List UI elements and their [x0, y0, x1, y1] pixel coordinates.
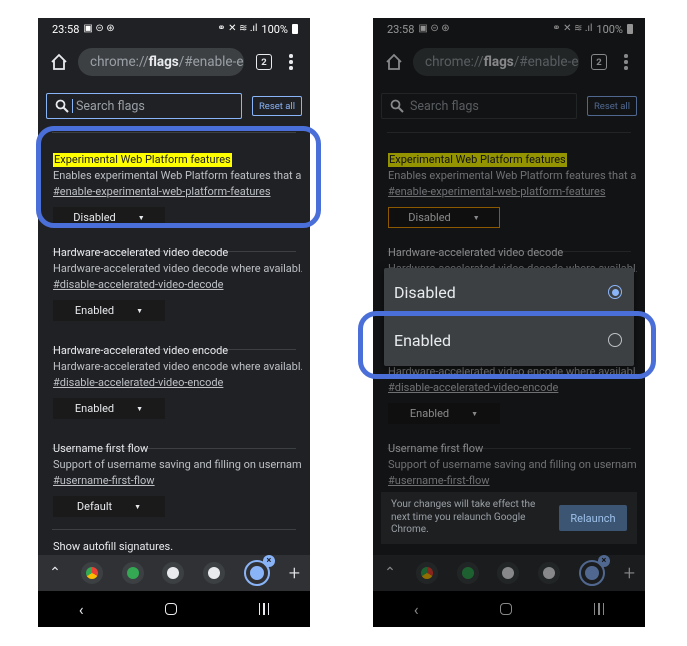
recents-icon[interactable]: [258, 603, 270, 615]
bottom-tab-strip: ⌃ × +: [38, 555, 310, 591]
flag-title: Experimental Web Platform features: [53, 153, 232, 167]
dropdown-arrow-icon: ▼: [136, 306, 144, 315]
dropdown-arrow-icon: ▼: [136, 404, 144, 413]
active-tab[interactable]: ×: [243, 555, 275, 586]
select-value: Disabled: [73, 211, 116, 224]
url-fragment: /#enable-exp: [178, 54, 244, 70]
radio-checked-icon[interactable]: [608, 285, 622, 299]
status-bar: 23:58 ▣ ⊝ ⊛ ⚭ ✕ ≋ .ıl 100%: [38, 18, 310, 40]
flag-item: Hardware-accelerated video encode Hardwa…: [53, 344, 302, 419]
search-input[interactable]: Search flags: [46, 93, 242, 119]
flag-item: Username first flow Support of username …: [53, 442, 302, 517]
dropdown-option-disabled[interactable]: Disabled: [384, 268, 634, 316]
flag-link[interactable]: #disable-accelerated-video-decode: [53, 278, 302, 292]
radio-unchecked-icon[interactable]: [608, 333, 622, 347]
url-host: chrome://: [90, 54, 149, 70]
flag-select[interactable]: Disabled ▼: [53, 207, 165, 228]
flag-item: Hardware-accelerated video decode Hardwa…: [53, 246, 302, 321]
flag-title: Hardware-accelerated video decode: [53, 246, 229, 259]
search-row: Search flags Reset all: [46, 93, 302, 119]
flag-link[interactable]: #username-first-flow: [53, 474, 302, 488]
tab-favicon[interactable]: [203, 562, 226, 584]
option-label: Disabled: [394, 282, 456, 302]
select-value: Default: [76, 500, 113, 513]
select-value: Enabled: [74, 402, 115, 415]
dropdown-arrow-icon: ▼: [134, 502, 142, 511]
dropdown-arrow-icon: ▼: [137, 213, 145, 222]
flag-select[interactable]: Enabled ▼: [53, 300, 165, 321]
search-icon: [55, 99, 69, 113]
flag-select[interactable]: Enabled ▼: [53, 398, 165, 419]
clock: 23:58: [52, 22, 80, 36]
search-placeholder: Search flags: [76, 98, 145, 114]
plus-icon[interactable]: +: [289, 561, 300, 585]
system-nav-bar: ‹: [38, 591, 310, 627]
phone-left: 23:58 ▣ ⊝ ⊛ ⚭ ✕ ≋ .ıl 100% chrome://flag…: [38, 18, 310, 627]
flag-description: Hardware-accelerated video decode where …: [53, 262, 302, 275]
option-label: Enabled: [394, 330, 452, 350]
flag-item: Show autofill signatures.: [53, 540, 302, 554]
close-icon[interactable]: ×: [262, 555, 275, 567]
battery-icon: [292, 24, 298, 34]
flag-description: Enables experimental Web Platform featur…: [53, 169, 302, 182]
tab-switcher-icon[interactable]: 2: [256, 54, 272, 70]
home-nav-icon[interactable]: [165, 603, 178, 615]
flag-description: Support of username saving and filling o…: [53, 458, 302, 471]
url-bar: chrome://flags/#enable-exp 2: [38, 42, 310, 82]
select-value: Enabled: [74, 304, 115, 317]
phone-right: 23:58 ▣ ⊝ ⊛ ⚭ ✕ ≋ .ıl 100% chrome://flag…: [373, 18, 645, 627]
select-dropdown: Disabled Enabled: [384, 268, 634, 366]
flag-title: Hardware-accelerated video encode: [53, 344, 229, 357]
signal-icon: ⚭ ✕ ≋ .ıl: [217, 23, 258, 34]
back-icon[interactable]: ‹: [79, 600, 84, 619]
chevron-up-icon[interactable]: ⌃: [48, 565, 62, 581]
tab-favicon[interactable]: [121, 562, 144, 584]
flag-link[interactable]: #disable-accelerated-video-encode: [53, 376, 302, 390]
tab-favicon[interactable]: [80, 562, 103, 584]
flag-link[interactable]: #enable-experimental-web-platform-featur…: [53, 185, 302, 199]
flag-item: Experimental Web Platform features Enabl…: [53, 148, 302, 228]
flag-description: Hardware-accelerated video encode where …: [53, 360, 302, 373]
notification-icon: ▣ ⊝ ⊛: [83, 23, 115, 34]
divider: [52, 529, 296, 530]
flag-select[interactable]: Default ▼: [53, 496, 165, 517]
tab-favicon[interactable]: [162, 562, 185, 584]
dropdown-option-enabled[interactable]: Enabled: [384, 316, 634, 364]
reset-all-button[interactable]: Reset all: [252, 96, 302, 116]
omnibox[interactable]: chrome://flags/#enable-exp: [78, 48, 244, 76]
flag-title: Show autofill signatures.: [53, 540, 174, 553]
relaunch-button[interactable]: Relaunch: [559, 505, 627, 531]
menu-icon[interactable]: [286, 54, 296, 70]
text-caret: [72, 99, 73, 113]
relaunch-snackbar: Your changes will take effect the next t…: [381, 492, 637, 544]
flag-title: Username first flow: [53, 442, 149, 455]
url-path: flags: [148, 54, 179, 70]
divider: [52, 132, 296, 133]
home-icon[interactable]: [48, 51, 70, 73]
battery-level: 100%: [261, 22, 288, 36]
snackbar-message: Your changes will take effect the next t…: [391, 499, 536, 536]
